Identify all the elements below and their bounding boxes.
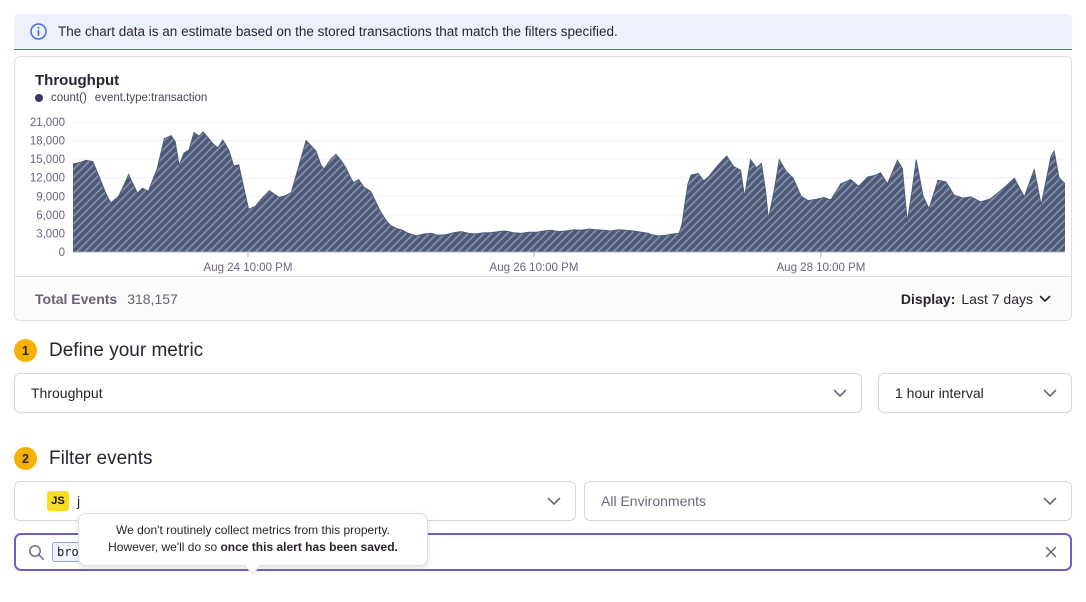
step-number-badge: 2 (14, 447, 37, 470)
close-icon (1044, 545, 1058, 559)
svg-text:21,000: 21,000 (30, 117, 65, 129)
section-title: Define your metric (49, 340, 203, 362)
clear-search-button[interactable] (1044, 545, 1058, 559)
javascript-platform-icon: JS (47, 491, 69, 511)
tooltip-line2-regular: However, we'll do so (108, 540, 220, 554)
environment-select[interactable]: All Environments (584, 481, 1072, 521)
info-icon (30, 23, 47, 40)
throughput-area-series (73, 132, 1065, 252)
metric-select-value: Throughput (31, 385, 103, 401)
chevron-down-icon (833, 389, 847, 398)
svg-text:9,000: 9,000 (36, 191, 65, 203)
svg-text:18,000: 18,000 (30, 136, 65, 148)
svg-text:0: 0 (59, 247, 65, 259)
svg-text:Aug 26 10:00 PM: Aug 26 10:00 PM (490, 262, 579, 274)
chevron-down-icon (547, 497, 561, 506)
chevron-down-icon (1043, 497, 1057, 506)
legend-dot-icon (35, 94, 43, 102)
alert-builder-page: The chart data is an estimate based on t… (0, 0, 1086, 602)
svg-text:Aug 24 10:00 PM: Aug 24 10:00 PM (204, 262, 293, 274)
search-icon (28, 544, 45, 561)
metrics-tooltip: We don't routinely collect metrics from … (78, 513, 428, 566)
display-value: Last 7 days (961, 291, 1033, 307)
svg-text:6,000: 6,000 (36, 210, 65, 222)
metric-select[interactable]: Throughput (14, 373, 862, 413)
svg-text:Aug 28 10:00 PM: Aug 28 10:00 PM (777, 262, 866, 274)
legend-metric: count() (51, 92, 87, 104)
total-events: Total Events 318,157 (35, 291, 178, 307)
chevron-down-icon (1043, 389, 1057, 398)
interval-select-value: 1 hour interval (895, 385, 984, 401)
interval-select[interactable]: 1 hour interval (878, 373, 1072, 413)
chevron-down-icon (1039, 295, 1051, 303)
project-select-value: j (77, 493, 80, 509)
svg-text:15,000: 15,000 (30, 154, 65, 166)
step-number-badge: 1 (14, 339, 37, 362)
svg-text:12,000: 12,000 (30, 173, 65, 185)
section-define-metric: 1 Define your metric (14, 339, 1072, 362)
throughput-chart: 0 3,000 6,000 9,000 12,000 15,000 18,000 21,000… (15, 110, 1071, 276)
chart-header: Throughput count() event.type:transactio… (15, 57, 1071, 104)
metric-row: Throughput 1 hour interval (14, 373, 1072, 413)
tooltip-line2: However, we'll do so once this alert has… (91, 539, 415, 556)
display-label: Display: (901, 291, 955, 307)
chart-legend: count() event.type:transaction (35, 92, 1051, 104)
throughput-panel: Throughput count() event.type:transactio… (14, 56, 1072, 321)
chart-title: Throughput (35, 72, 1051, 89)
svg-text:3,000: 3,000 (36, 228, 65, 240)
tooltip-line2-bold: once this alert has been saved. (220, 540, 397, 554)
display-range-dropdown[interactable]: Display: Last 7 days (901, 291, 1051, 307)
section-filter-events: 2 Filter events (14, 447, 1072, 470)
chart-panel-footer: Total Events 318,157 Display: Last 7 day… (15, 276, 1071, 320)
environment-select-value: All Environments (601, 493, 706, 509)
info-banner-text: The chart data is an estimate based on t… (58, 24, 618, 39)
total-events-value: 318,157 (127, 291, 178, 307)
section-title: Filter events (49, 448, 152, 470)
total-events-label: Total Events (35, 291, 117, 307)
info-banner: The chart data is an estimate based on t… (14, 14, 1072, 50)
tooltip-line1: We don't routinely collect metrics from … (91, 522, 415, 539)
tooltip-caret (245, 558, 261, 574)
legend-filter: event.type:transaction (95, 92, 208, 104)
